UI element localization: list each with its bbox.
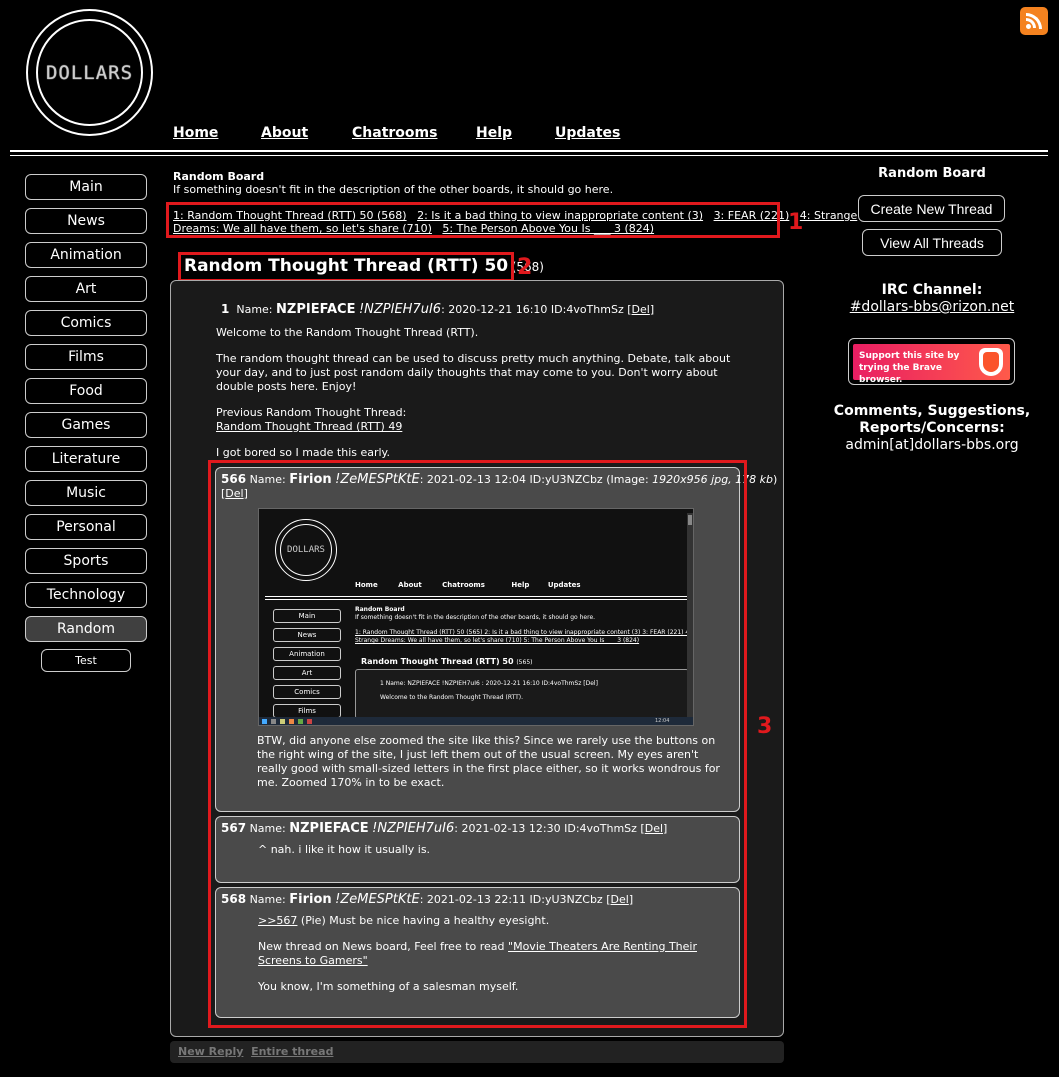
post-text: I got bored so I made this early.: [216, 446, 390, 459]
annotation-box-1: [166, 202, 780, 238]
comments-label: Comments, Suggestions, Reports/Concerns:: [833, 403, 1031, 436]
thread-footer: New Reply Entire thread: [170, 1041, 784, 1063]
brave-banner[interactable]: Support this site by trying the Brave br…: [848, 338, 1015, 385]
post-text: The random thought thread can be used to…: [216, 352, 731, 393]
nav-updates[interactable]: Updates: [555, 125, 620, 141]
thread-link-4a[interactable]: 4: Strange: [800, 209, 857, 222]
dollars-logo[interactable]: DOLLARS: [26, 9, 153, 136]
rss-icon[interactable]: [1020, 7, 1048, 35]
sidebar-item-animation[interactable]: Animation: [25, 242, 147, 268]
previous-thread-link[interactable]: Random Thought Thread (RTT) 49: [216, 420, 402, 433]
board-description: If something doesn't fit in the descript…: [173, 183, 614, 196]
poster-name: NZPIEFACE: [276, 302, 356, 317]
sidebar-item-main[interactable]: Main: [25, 174, 147, 200]
sidebar-item-technology[interactable]: Technology: [25, 582, 147, 608]
sidebar-item-test[interactable]: Test: [41, 649, 131, 672]
annotation-label-3: 3: [757, 714, 773, 739]
sidebar-item-games[interactable]: Games: [25, 412, 147, 438]
post-header-1: 1 Name: NZPIEFACE !NZPIEH7uI6: 2020-12-2…: [221, 302, 655, 317]
irc-label: IRC Channel:: [881, 282, 983, 298]
post-text: Previous Random Thought Thread:: [216, 406, 407, 419]
board-title: Random Board: [173, 170, 265, 183]
nav-about[interactable]: About: [261, 125, 308, 141]
irc-link[interactable]: #dollars-bbs@rizon.net: [850, 299, 1015, 315]
sidebar-item-music[interactable]: Music: [25, 480, 147, 506]
post-text: Welcome to the Random Thought Thread (RT…: [216, 326, 479, 339]
post-meta: : 2020-12-21 16:10 ID:4voThmSz: [441, 303, 624, 316]
brave-lion-icon: [979, 348, 1003, 376]
entire-thread-link[interactable]: Entire thread: [251, 1045, 333, 1058]
post-number[interactable]: 1: [221, 302, 229, 316]
sidebar-item-sports[interactable]: Sports: [25, 548, 147, 574]
irc-channel: #dollars-bbs@rizon.net: [826, 299, 1038, 315]
brave-banner-text: Support this site by trying the Brave br…: [859, 351, 960, 385]
header-divider-thin: [10, 155, 1048, 156]
post-meta-end: ): [773, 473, 778, 486]
annotation-label-1: 1: [788, 210, 804, 235]
annotation-label-2: 2: [517, 255, 533, 280]
admin-email: admin[at]dollars-bbs.org: [845, 437, 1019, 453]
sidebar-item-films[interactable]: Films: [25, 344, 147, 370]
brave-banner-bg: Support this site by trying the Brave br…: [853, 344, 1010, 385]
sidebar-item-news[interactable]: News: [25, 208, 147, 234]
annotation-box-2: [178, 252, 514, 282]
nav-help[interactable]: Help: [476, 125, 512, 141]
poster-tripcode: !NZPIEH7uI6: [358, 302, 442, 317]
post-body-1: Welcome to the Random Thought Thread (RT…: [216, 326, 736, 460]
nav-chatrooms[interactable]: Chatrooms: [352, 125, 437, 141]
sidebar-item-food[interactable]: Food: [25, 378, 147, 404]
new-reply-link[interactable]: New Reply: [178, 1045, 243, 1058]
nav-home[interactable]: Home: [173, 125, 218, 141]
view-all-threads-button[interactable]: View All Threads: [862, 229, 1002, 256]
delete-link[interactable]: Del: [632, 303, 650, 316]
sidebar-item-comics[interactable]: Comics: [25, 310, 147, 336]
sidebar-item-personal[interactable]: Personal: [25, 514, 147, 540]
sidebar-item-art[interactable]: Art: [25, 276, 147, 302]
logo-text: DOLLARS: [45, 61, 134, 84]
annotation-box-3: [208, 460, 747, 1028]
name-label: Name:: [236, 303, 273, 316]
header-divider: [10, 150, 1048, 152]
create-thread-button[interactable]: Create New Thread: [858, 195, 1005, 222]
right-board-title: Random Board: [878, 166, 986, 181]
sidebar-item-literature[interactable]: Literature: [25, 446, 147, 472]
sidebar-item-random[interactable]: Random: [25, 616, 147, 642]
